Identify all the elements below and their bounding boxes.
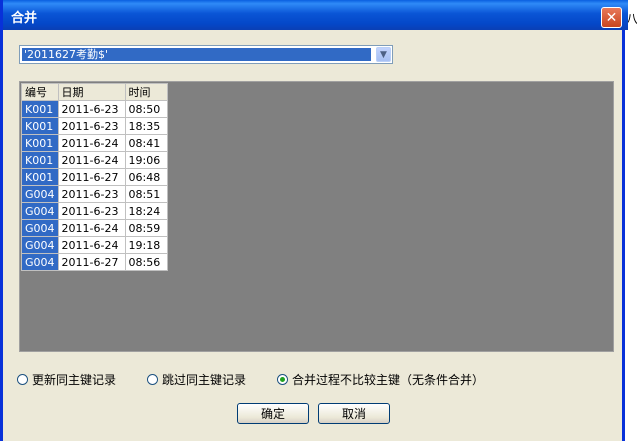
cell-time[interactable]: 08:41 (124, 134, 168, 152)
option-update-label: 更新同主键记录 (32, 372, 117, 387)
cell-id[interactable]: G004 (21, 219, 59, 237)
table-row[interactable]: G004 2011-6-23 08:51 (21, 185, 168, 203)
data-grid[interactable]: 编号 日期 时间 K001 2011-6-23 08:50 K001 2011-… (19, 81, 614, 352)
cell-id[interactable]: K001 (21, 117, 59, 135)
cell-time[interactable]: 08:56 (124, 253, 168, 271)
option-skip-duplicates[interactable]: 跳过同主键记录 (147, 371, 246, 387)
cell-id[interactable]: K001 (21, 168, 59, 186)
column-header-id[interactable]: 编号 (21, 83, 59, 101)
cell-id[interactable]: G004 (21, 253, 59, 271)
cell-date[interactable]: 2011-6-23 (57, 117, 126, 135)
merge-options: 更新同主键记录 跳过同主键记录 合并过程不比较主键（无条件合并） (3, 371, 628, 389)
cell-date[interactable]: 2011-6-27 (57, 168, 126, 186)
cell-date[interactable]: 2011-6-23 (57, 185, 126, 203)
table-row[interactable]: G004 2011-6-24 08:59 (21, 219, 168, 237)
cell-date[interactable]: 2011-6-23 (57, 202, 126, 220)
cell-date[interactable]: 2011-6-24 (57, 219, 126, 237)
cell-time[interactable]: 08:50 (124, 100, 168, 118)
cancel-button[interactable]: 取消 (318, 403, 390, 424)
option-unconditional-merge[interactable]: 合并过程不比较主键（无条件合并） (277, 371, 484, 387)
cell-date[interactable]: 2011-6-24 (57, 151, 126, 169)
radio-unconditional-merge[interactable] (277, 373, 288, 385)
cell-id[interactable]: G004 (21, 236, 59, 254)
cell-id[interactable]: K001 (21, 151, 59, 169)
cell-time[interactable]: 18:24 (124, 202, 168, 220)
table-header-row: 编号 日期 时间 (21, 83, 168, 101)
table-row[interactable]: K001 2011-6-23 18:35 (21, 117, 168, 135)
cell-id[interactable]: G004 (21, 202, 59, 220)
column-header-time[interactable]: 时间 (124, 83, 168, 101)
cell-date[interactable]: 2011-6-24 (57, 236, 126, 254)
option-update-duplicates[interactable]: 更新同主键记录 (17, 371, 116, 387)
cell-date[interactable]: 2011-6-27 (57, 253, 126, 271)
cell-time[interactable]: 08:51 (124, 185, 168, 203)
ok-button[interactable]: 确定 (237, 403, 309, 424)
title-bar[interactable]: 合并 (3, 0, 628, 30)
cell-time[interactable]: 08:59 (124, 219, 168, 237)
option-skip-label: 跳过同主键记录 (162, 372, 247, 387)
cell-date[interactable]: 2011-6-24 (57, 134, 126, 152)
cell-id[interactable]: G004 (21, 185, 59, 203)
chevron-down-icon[interactable]: ▼ (376, 47, 391, 62)
cell-id[interactable]: K001 (21, 134, 59, 152)
radio-update-duplicates[interactable] (17, 373, 28, 385)
table-row[interactable]: G004 2011-6-27 08:56 (21, 253, 168, 271)
cell-time[interactable]: 18:35 (124, 117, 168, 135)
table-row[interactable]: K001 2011-6-27 06:48 (21, 168, 168, 186)
cell-date[interactable]: 2011-6-23 (57, 100, 126, 118)
cell-id[interactable]: K001 (21, 100, 59, 118)
table-row[interactable]: K001 2011-6-24 19:06 (21, 151, 168, 169)
radio-skip-duplicates[interactable] (147, 373, 158, 385)
merge-dialog: 合并 '2011627考勤$' ▼ 编号 日期 时间 K001 2011-6-2… (0, 0, 628, 441)
preview-table: 编号 日期 时间 K001 2011-6-23 08:50 K001 2011-… (21, 83, 168, 271)
column-header-date[interactable]: 日期 (57, 83, 126, 101)
table-row[interactable]: K001 2011-6-24 08:41 (21, 134, 168, 152)
cell-time[interactable]: 19:06 (124, 151, 168, 169)
sheet-select[interactable]: '2011627考勤$' ▼ (19, 45, 393, 64)
cell-time[interactable]: 06:48 (124, 168, 168, 186)
sheet-select-value: '2011627考勤$' (22, 48, 371, 61)
table-row[interactable]: G004 2011-6-24 19:18 (21, 236, 168, 254)
table-row[interactable]: K001 2011-6-23 08:50 (21, 100, 168, 118)
table-row[interactable]: G004 2011-6-23 18:24 (21, 202, 168, 220)
close-icon[interactable]: ✕ (601, 7, 622, 28)
option-unconditional-label: 合并过程不比较主键（无条件合并） (292, 372, 485, 387)
window-title: 合并 (11, 11, 38, 26)
cell-time[interactable]: 19:18 (124, 236, 168, 254)
